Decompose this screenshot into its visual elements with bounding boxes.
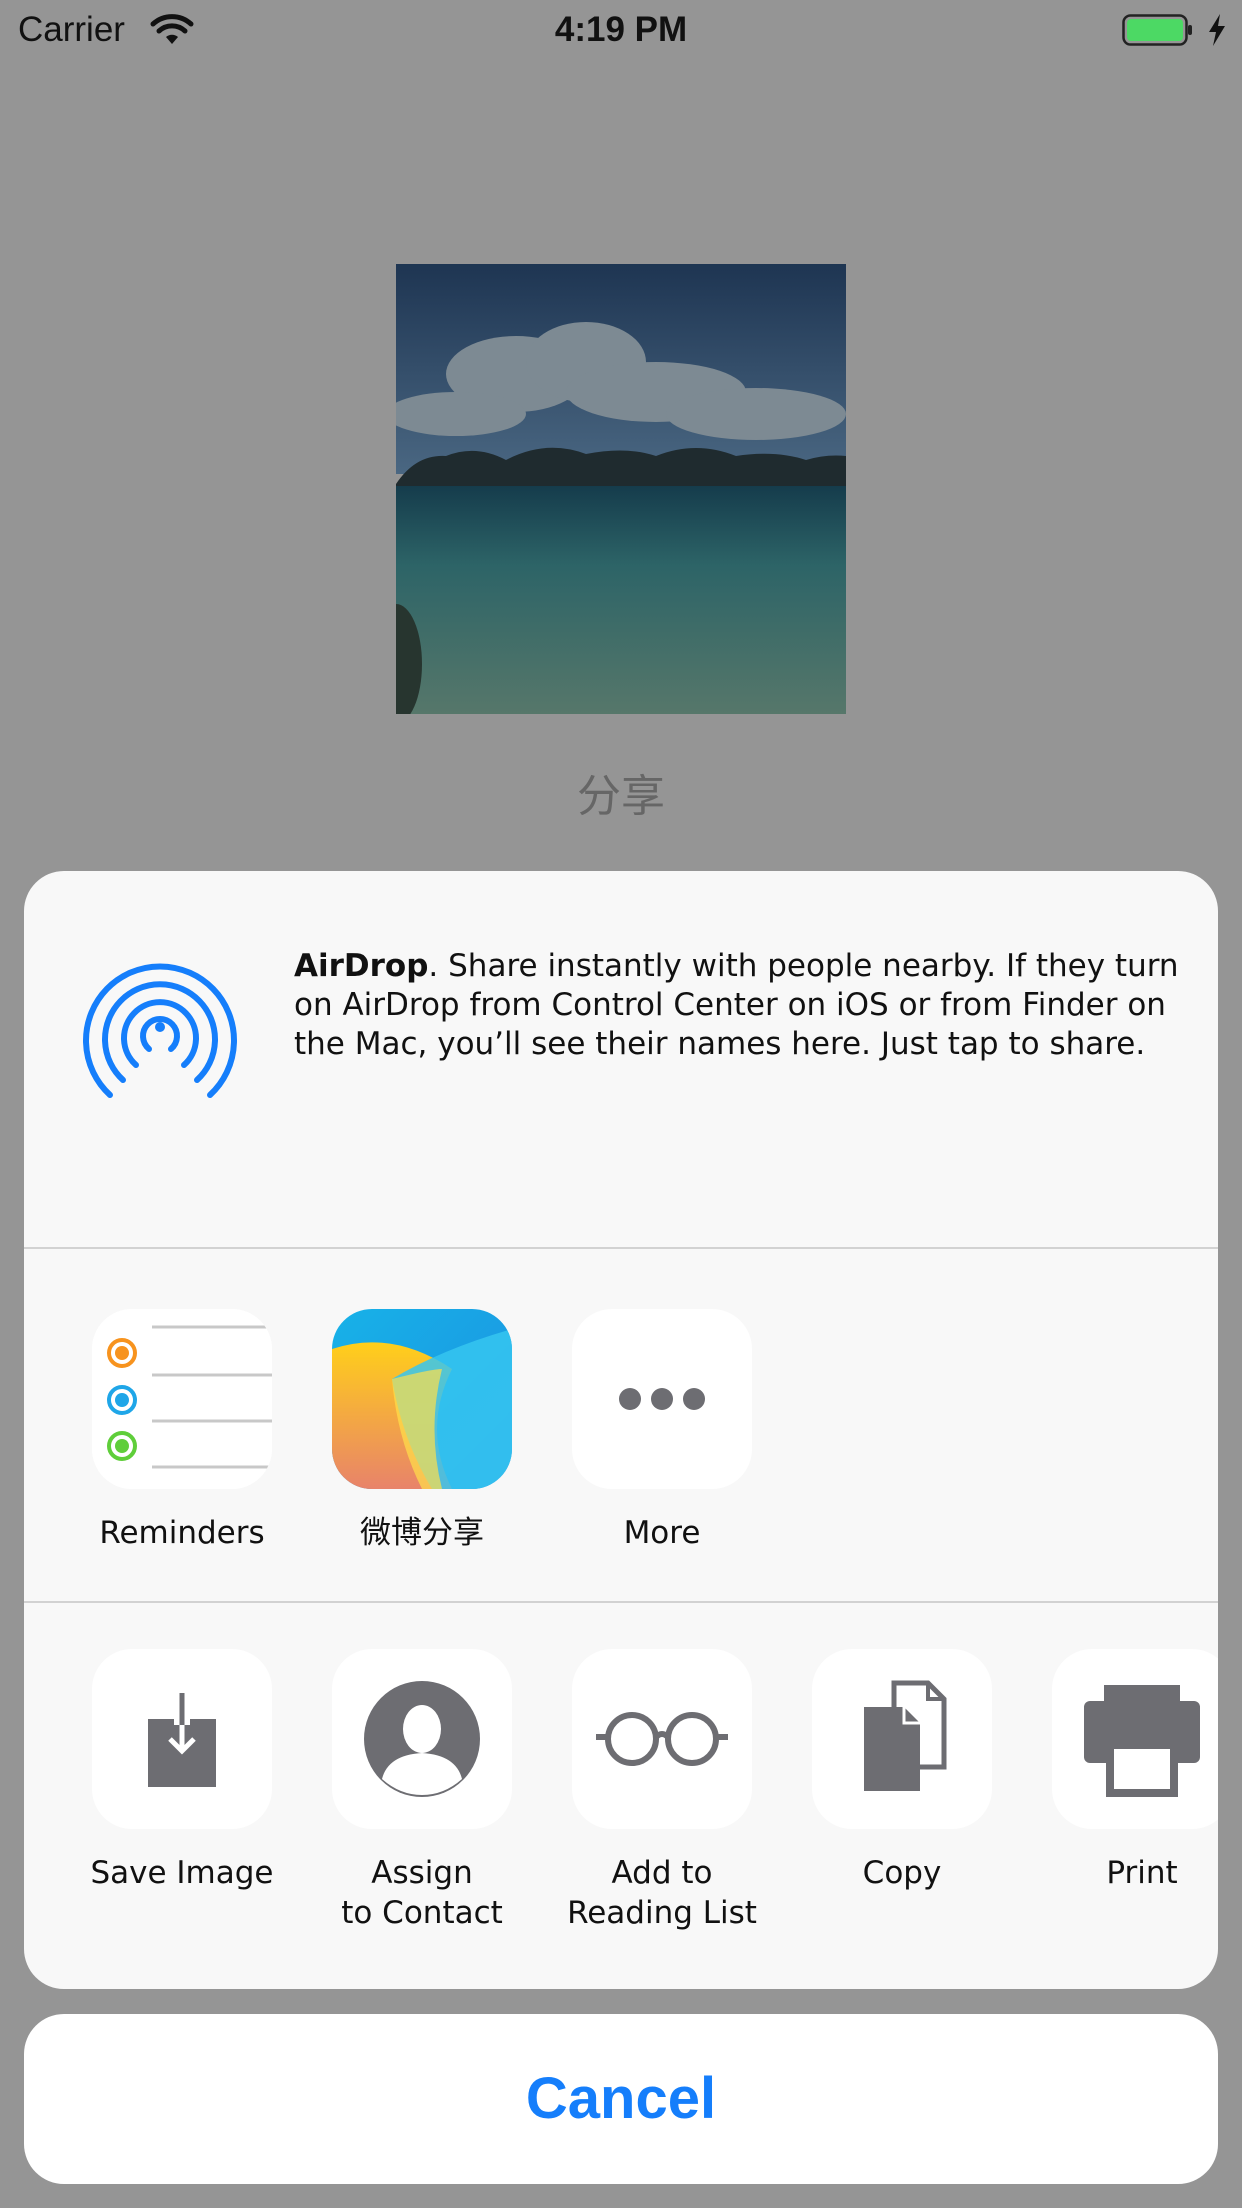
reminders-icon xyxy=(92,1309,272,1489)
action-label: Add to Reading List xyxy=(542,1853,782,1933)
app-label: More xyxy=(623,1515,701,1551)
action-row: Save Image Assign to Contact Add to Read… xyxy=(24,1603,1218,1989)
contact-icon xyxy=(332,1649,512,1829)
action-label: Print xyxy=(1106,1855,1178,1891)
airdrop-description: AirDrop. Share instantly with people nea… xyxy=(294,947,1194,1064)
app-reminders[interactable]: Reminders xyxy=(62,1309,302,1553)
action-label: Save Image xyxy=(90,1855,274,1891)
save-image-icon xyxy=(92,1649,272,1829)
app-label: 微博分享 xyxy=(360,1515,484,1551)
action-save-image[interactable]: Save Image xyxy=(62,1649,302,1893)
action-label-line2: Reading List xyxy=(567,1895,757,1931)
status-bar: Carrier 4:19 PM xyxy=(0,0,1242,60)
airdrop-section: AirDrop. Share instantly with people nea… xyxy=(24,871,1218,1247)
share-sheet: AirDrop. Share instantly with people nea… xyxy=(24,871,1218,1989)
app-weibo-share[interactable]: 微博分享 xyxy=(302,1309,542,1553)
airdrop-icon xyxy=(83,963,237,1098)
app-more[interactable]: More xyxy=(542,1309,782,1553)
action-label: Assign to Contact xyxy=(302,1853,542,1933)
action-label: Copy xyxy=(862,1855,942,1891)
more-icon xyxy=(572,1309,752,1489)
print-icon xyxy=(1052,1649,1218,1829)
app-row: Reminders 微博分享 More xyxy=(24,1249,1218,1601)
action-copy[interactable]: Copy xyxy=(782,1649,1022,1893)
action-label-line2: to Contact xyxy=(341,1895,503,1931)
action-label-line1: Add to xyxy=(611,1855,713,1891)
glasses-icon xyxy=(572,1649,752,1829)
share-caption: 分享 xyxy=(577,771,665,822)
action-assign-to-contact[interactable]: Assign to Contact xyxy=(302,1649,542,1933)
copy-icon xyxy=(812,1649,992,1829)
action-print[interactable]: Print xyxy=(1022,1649,1218,1893)
battery-icon xyxy=(1122,14,1192,46)
airdrop-title: AirDrop xyxy=(294,948,429,984)
clock: 4:19 PM xyxy=(554,10,688,49)
app-label: Reminders xyxy=(99,1515,265,1551)
action-add-to-reading-list[interactable]: Add to Reading List xyxy=(542,1649,782,1933)
shared-photo xyxy=(396,264,846,714)
action-label-line1: Assign xyxy=(371,1855,473,1891)
charging-bolt-icon xyxy=(1209,14,1225,46)
weibo-share-icon xyxy=(332,1309,512,1489)
cancel-button[interactable]: Cancel xyxy=(24,2014,1218,2184)
